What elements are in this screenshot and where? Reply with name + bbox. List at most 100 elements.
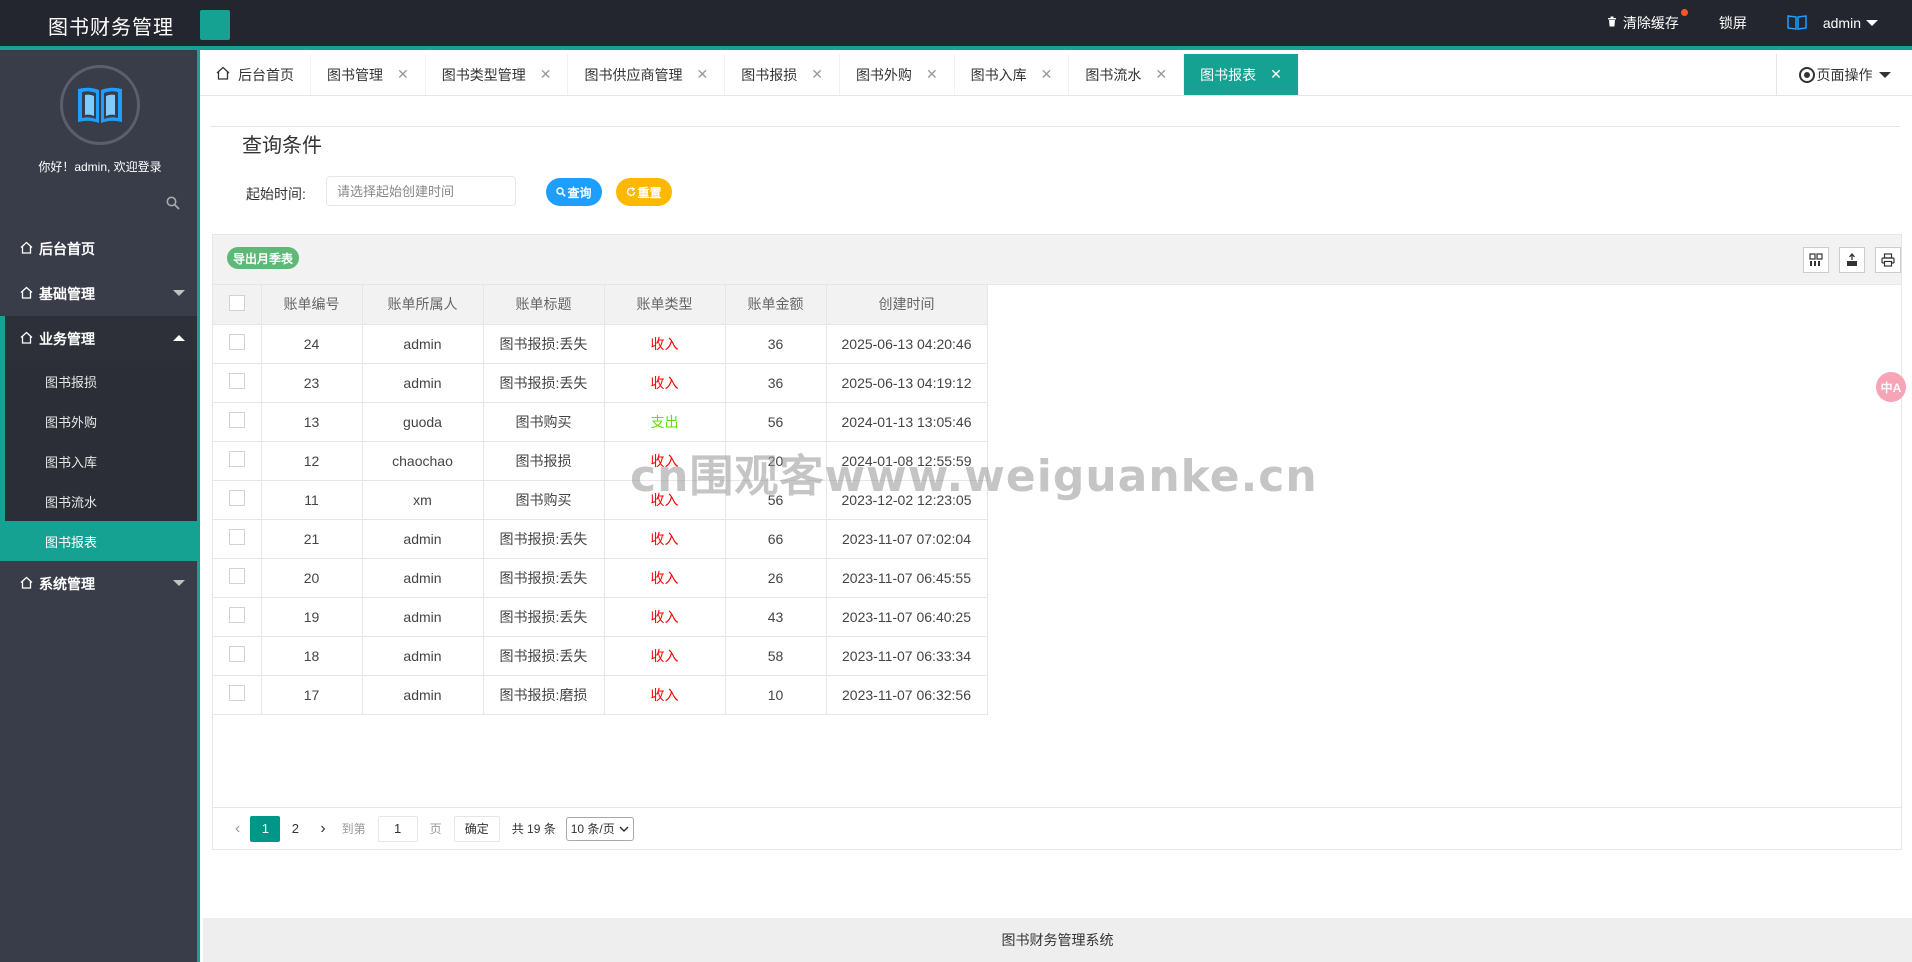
sidebar-toggle-button[interactable] xyxy=(200,10,230,40)
app-title: 图书财务管理 xyxy=(48,17,174,39)
sidebar-subitem-book-stock-in[interactable]: 图书入库 xyxy=(5,441,197,481)
search-icon[interactable] xyxy=(166,196,180,213)
column-header[interactable]: 账单编号 xyxy=(261,285,363,325)
tab-book-damage[interactable]: 图书报损 ✕ xyxy=(725,54,840,95)
header-right: 清除缓存 锁屏 admin xyxy=(1607,0,1912,46)
clear-cache-button[interactable]: 清除缓存 xyxy=(1607,9,1688,33)
row-checkbox[interactable] xyxy=(228,334,245,350)
sidebar-subitem-book-damage[interactable]: 图书报损 xyxy=(5,361,197,401)
bill-title: 图书报损:磨损 xyxy=(483,675,605,715)
sidebar-subitem-book-flow[interactable]: 图书流水 xyxy=(5,481,197,521)
tab-book-supplier-management[interactable]: 图书供应商管理 ✕ xyxy=(568,54,726,95)
chevron-right-icon[interactable]: › xyxy=(320,820,325,838)
bill-owner: admin xyxy=(362,519,484,559)
goto-label: 到第 xyxy=(341,822,366,836)
table-row[interactable]: 11 xm 图书购买 收入 56 2023-12-02 12:23:05 xyxy=(213,480,988,520)
close-icon[interactable]: ✕ xyxy=(811,66,823,83)
close-icon[interactable]: ✕ xyxy=(926,66,938,83)
sidebar-subitem-book-report[interactable]: 图书报表 xyxy=(0,521,197,561)
page-size-select[interactable]: 10 条/页 xyxy=(565,816,634,841)
avatar xyxy=(60,65,140,145)
tab-bar: 后台首页 图书管理 ✕ 图书类型管理 ✕ 图书供应商管理 ✕ 图书报损 ✕ 图书… xyxy=(200,54,1912,96)
user-menu[interactable]: admin xyxy=(1787,14,1878,33)
sidebar-item-system[interactable]: 系统管理 xyxy=(0,561,197,606)
select-all-checkbox[interactable] xyxy=(228,294,245,311)
table-row[interactable]: 24 admin 图书报损:丢失 收入 36 2025-06-13 04:20:46 xyxy=(213,324,988,364)
row-checkbox[interactable] xyxy=(228,568,245,584)
table-row[interactable]: 21 admin 图书报损:丢失 收入 66 2023-11-07 07:02:04 xyxy=(213,519,988,559)
sidebar-item-home[interactable]: 后台首页 xyxy=(0,226,197,271)
bill-owner: admin xyxy=(362,597,484,637)
sidebar-item-business[interactable]: 业务管理 xyxy=(0,316,197,361)
print-icon[interactable] xyxy=(1875,247,1901,273)
table-row[interactable]: 13 guoda 图书购买 支出 56 2024-01-13 13:05:46 xyxy=(213,402,988,442)
row-checkbox[interactable] xyxy=(228,451,245,467)
page-button[interactable]: 2 xyxy=(280,816,310,842)
lock-screen-button[interactable]: 锁屏 xyxy=(1719,13,1747,33)
book-icon xyxy=(1787,14,1807,33)
close-icon[interactable]: ✕ xyxy=(1041,66,1053,83)
export-icon[interactable] xyxy=(1839,247,1865,273)
bill-created-time: 2023-11-07 06:33:34 xyxy=(826,636,988,676)
columns-filter-icon[interactable] xyxy=(1803,247,1829,273)
column-header[interactable]: 账单所属人 xyxy=(362,285,484,325)
tab-book-flow[interactable]: 图书流水 ✕ xyxy=(1069,54,1185,95)
row-checkbox[interactable] xyxy=(228,373,245,389)
sidebar-item-basic[interactable]: 基础管理 xyxy=(0,271,197,316)
bill-type: 收入 xyxy=(604,558,726,598)
row-checkbox[interactable] xyxy=(228,607,245,623)
tab-book-type-management[interactable]: 图书类型管理 ✕ xyxy=(426,54,569,95)
chevron-left-icon[interactable]: ‹ xyxy=(235,820,240,838)
tab-book-purchase[interactable]: 图书外购 ✕ xyxy=(840,54,955,95)
close-icon[interactable]: ✕ xyxy=(1270,66,1282,83)
table-row[interactable]: 17 admin 图书报损:磨损 收入 10 2023-11-07 06:32:56 xyxy=(213,675,988,715)
chevron-up-icon xyxy=(173,335,185,341)
close-icon[interactable]: ✕ xyxy=(1155,66,1167,83)
bill-title: 图书报损:丢失 xyxy=(483,519,605,559)
table-row[interactable]: 18 admin 图书报损:丢失 收入 58 2023-11-07 06:33:34 xyxy=(213,636,988,676)
row-checkbox[interactable] xyxy=(228,646,245,662)
column-header[interactable]: 账单金额 xyxy=(725,285,827,325)
page-operations-dropdown[interactable]: 页面操作 xyxy=(1776,54,1912,95)
column-header[interactable]: 创建时间 xyxy=(826,285,988,325)
table-row[interactable]: 19 admin 图书报损:丢失 收入 43 2023-11-07 06:40:25 xyxy=(213,597,988,637)
tab-book-report[interactable]: 图书报表 ✕ xyxy=(1184,54,1299,95)
page-button-current[interactable]: 1 xyxy=(250,815,281,842)
column-header[interactable]: 账单类型 xyxy=(604,285,726,325)
tab-home[interactable]: 后台首页 xyxy=(200,54,311,95)
tab-book-stock-in[interactable]: 图书入库 ✕ xyxy=(955,54,1070,95)
query-legend: 查询条件 xyxy=(232,129,332,158)
close-icon[interactable]: ✕ xyxy=(540,66,552,83)
reset-button[interactable]: 重置 xyxy=(616,178,672,206)
bill-type: 收入 xyxy=(604,324,726,364)
tab-book-management[interactable]: 图书管理 ✕ xyxy=(311,54,426,95)
goto-page-input[interactable] xyxy=(377,815,418,842)
table-row[interactable]: 12 chaochao 图书报损 收入 20 2024-01-08 12:55:59 xyxy=(213,441,988,481)
export-report-button[interactable]: 导出月季表 xyxy=(227,247,300,269)
row-checkbox[interactable] xyxy=(228,490,245,506)
page-operations-label: 页面操作 xyxy=(1816,66,1873,83)
search-button[interactable]: 查询 xyxy=(546,178,602,206)
welcome-text: 你好！admin, 欢迎登录 xyxy=(38,160,162,174)
bill-owner: guoda xyxy=(362,402,484,442)
translate-icon[interactable]: 中A xyxy=(1876,372,1906,402)
sidebar-subitem-book-purchase[interactable]: 图书外购 xyxy=(5,401,197,441)
bill-amount: 26 xyxy=(725,558,827,598)
bill-created-time: 2023-11-07 07:02:04 xyxy=(826,519,988,559)
search-icon xyxy=(556,187,567,197)
close-icon[interactable]: ✕ xyxy=(696,66,708,83)
bill-owner: admin xyxy=(362,363,484,403)
close-icon[interactable]: ✕ xyxy=(397,66,409,83)
bill-owner: admin xyxy=(362,636,484,676)
goto-confirm-button[interactable]: 确定 xyxy=(453,815,500,842)
search-button-label: 查询 xyxy=(567,185,592,200)
page-unit-label: 页 xyxy=(429,822,442,836)
table-row[interactable]: 20 admin 图书报损:丢失 收入 26 2023-11-07 06:45:55 xyxy=(213,558,988,598)
start-time-input[interactable] xyxy=(326,176,516,206)
row-checkbox[interactable] xyxy=(228,529,245,545)
row-checkbox[interactable] xyxy=(228,412,245,428)
row-checkbox[interactable] xyxy=(228,685,245,701)
table-row[interactable]: 23 admin 图书报损:丢失 收入 36 2025-06-13 04:19:12 xyxy=(213,363,988,403)
bill-amount: 56 xyxy=(725,402,827,442)
column-header[interactable]: 账单标题 xyxy=(483,285,605,325)
